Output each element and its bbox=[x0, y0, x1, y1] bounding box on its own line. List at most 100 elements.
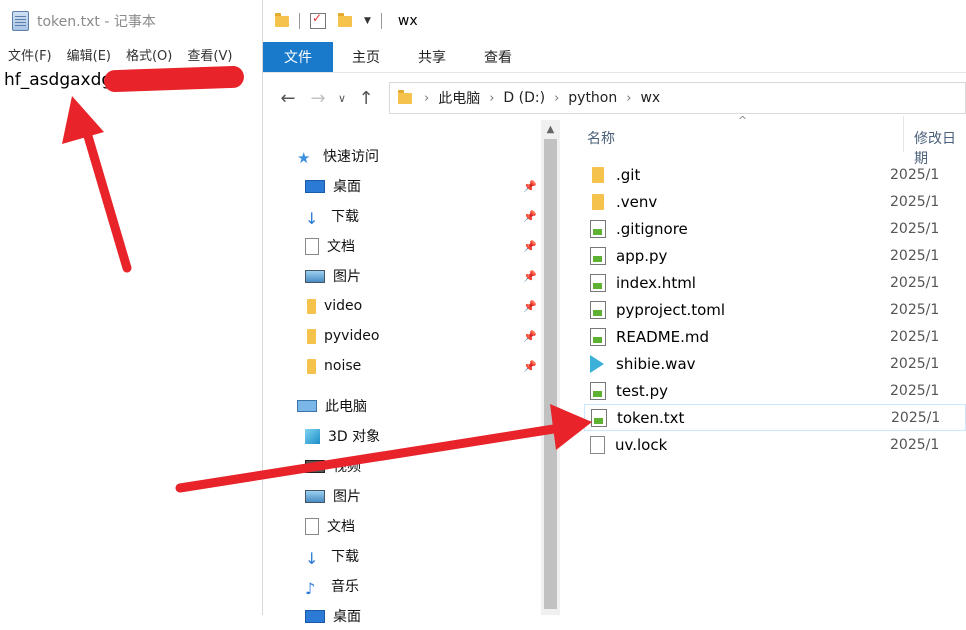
nav-item-noise[interactable]: noise 📌 bbox=[307, 352, 537, 380]
nav-pane-scrollbar[interactable]: ▲ bbox=[541, 120, 560, 615]
pin-icon[interactable]: 📌 bbox=[523, 360, 537, 373]
download-arrow-icon: ↓ bbox=[305, 549, 319, 568]
navigation-pane: ★ 快速访问 桌面 📌 ↓ 下载 📌 文档 📌 图片 📌 video 📌 pyv… bbox=[263, 122, 541, 625]
file-date: 2025/1 bbox=[890, 193, 940, 210]
pin-icon[interactable]: 📌 bbox=[523, 300, 537, 313]
tab-share[interactable]: 共享 bbox=[399, 42, 465, 72]
pin-icon[interactable]: 📌 bbox=[523, 240, 537, 253]
menu-edit[interactable]: 编辑(E) bbox=[59, 45, 118, 64]
customize-quick-access-icon[interactable]: ▼ bbox=[364, 16, 371, 26]
menu-file[interactable]: 文件(F) bbox=[0, 45, 59, 64]
file-name: app.py bbox=[616, 246, 668, 265]
pin-icon[interactable]: 📌 bbox=[523, 270, 537, 283]
nav-item-pyvideo[interactable]: pyvideo 📌 bbox=[307, 322, 537, 350]
nav-label: video bbox=[324, 298, 363, 314]
notepad-file-icon bbox=[590, 273, 606, 292]
nav-item-desktop[interactable]: 桌面 📌 bbox=[305, 172, 537, 200]
nav-label: 文档 bbox=[327, 519, 355, 535]
column-header-name[interactable]: 名称 bbox=[587, 128, 615, 148]
menu-view[interactable]: 查看(V) bbox=[179, 45, 239, 64]
file-row[interactable]: .venv 2025/1 bbox=[584, 188, 966, 215]
scroll-up-arrow-icon[interactable]: ▲ bbox=[541, 120, 560, 139]
file-row[interactable]: .git 2025/1 bbox=[584, 161, 966, 188]
nav-item-pictures[interactable]: 图片 📌 bbox=[305, 262, 537, 290]
notepad-text-area[interactable]: hf_asdgaxdgasdg bbox=[0, 65, 262, 93]
breadcrumb-python[interactable]: python bbox=[561, 90, 624, 106]
file-row[interactable]: .gitignore 2025/1 bbox=[584, 215, 966, 242]
nav-label: 3D 对象 bbox=[328, 429, 381, 445]
file-name: uv.lock bbox=[615, 435, 668, 454]
menu-format[interactable]: 格式(O) bbox=[118, 45, 179, 64]
nav-label: 桌面 bbox=[333, 609, 361, 625]
chevron-right-icon[interactable]: › bbox=[422, 91, 431, 106]
up-arrow-icon[interactable]: ↑ bbox=[351, 88, 381, 109]
column-divider[interactable] bbox=[903, 116, 904, 152]
nav-label: 音乐 bbox=[331, 579, 359, 595]
file-date: 2025/1 bbox=[890, 328, 940, 345]
folder-icon bbox=[592, 193, 604, 210]
tab-view[interactable]: 查看 bbox=[465, 42, 531, 72]
breadcrumb-drive-d[interactable]: D (D:) bbox=[496, 90, 552, 106]
chevron-right-icon[interactable]: › bbox=[552, 91, 561, 106]
back-arrow-icon[interactable]: ← bbox=[273, 88, 303, 109]
pin-icon[interactable]: 📌 bbox=[523, 180, 537, 193]
file-name: index.html bbox=[616, 273, 696, 292]
file-row[interactable]: pyproject.toml 2025/1 bbox=[584, 296, 966, 323]
file-name: token.txt bbox=[617, 408, 685, 427]
nav-label: 视频 bbox=[333, 459, 361, 475]
nav-item-pc-pictures[interactable]: 图片 bbox=[305, 482, 537, 510]
nav-item-pc-downloads[interactable]: ↓ 下载 bbox=[305, 542, 537, 570]
recent-locations-chevron-icon[interactable]: ∨ bbox=[333, 92, 351, 105]
notepad-file-icon bbox=[591, 408, 607, 427]
notepad-menubar: 文件(F) 编辑(E) 格式(O) 查看(V) bbox=[0, 42, 262, 66]
notepad-file-icon bbox=[590, 300, 606, 319]
nav-item-pc-desktop[interactable]: 桌面 bbox=[305, 602, 537, 630]
file-date: 2025/1 bbox=[890, 166, 940, 183]
file-name: .gitignore bbox=[616, 219, 688, 238]
music-note-icon: ♪ bbox=[305, 579, 316, 598]
breadcrumb-wx[interactable]: wx bbox=[633, 90, 667, 106]
nav-item-pc-documents[interactable]: 文档 bbox=[305, 512, 537, 540]
file-row-selected[interactable]: token.txt 2025/1 bbox=[584, 404, 966, 431]
properties-icon[interactable] bbox=[310, 11, 326, 29]
tab-file[interactable]: 文件 bbox=[263, 42, 333, 72]
nav-item-documents[interactable]: 文档 📌 bbox=[305, 232, 537, 260]
tab-home[interactable]: 主页 bbox=[333, 42, 399, 72]
file-row[interactable]: shibie.wav 2025/1 bbox=[584, 350, 966, 377]
file-row[interactable]: index.html 2025/1 bbox=[584, 269, 966, 296]
pin-icon[interactable]: 📌 bbox=[523, 330, 537, 343]
scroll-thumb[interactable] bbox=[544, 139, 557, 609]
picture-icon bbox=[305, 269, 325, 283]
file-name: test.py bbox=[616, 381, 668, 400]
folder-icon bbox=[307, 358, 316, 374]
nav-label: 下载 bbox=[331, 209, 359, 225]
breadcrumb-this-pc[interactable]: 此电脑 bbox=[431, 88, 487, 108]
notepad-titlebar: token.txt - 记事本 bbox=[0, 0, 262, 42]
forward-arrow-icon[interactable]: → bbox=[303, 88, 333, 109]
redaction-mark bbox=[103, 65, 245, 93]
file-row[interactable]: uv.lock 2025/1 bbox=[584, 431, 966, 458]
pin-icon[interactable]: 📌 bbox=[523, 210, 537, 223]
explorer-title: wx bbox=[397, 13, 418, 29]
notepad-file-icon bbox=[590, 327, 606, 346]
nav-this-pc[interactable]: 此电脑 bbox=[297, 392, 537, 420]
file-row[interactable]: README.md 2025/1 bbox=[584, 323, 966, 350]
film-icon bbox=[305, 459, 325, 473]
chevron-right-icon[interactable]: › bbox=[487, 91, 496, 106]
file-row[interactable]: test.py 2025/1 bbox=[584, 377, 966, 404]
file-date: 2025/1 bbox=[891, 409, 941, 426]
nav-item-music[interactable]: ♪ 音乐 bbox=[305, 572, 537, 600]
file-row[interactable]: app.py 2025/1 bbox=[584, 242, 966, 269]
nav-item-video[interactable]: video 📌 bbox=[307, 292, 537, 320]
nav-item-videos[interactable]: 视频 bbox=[305, 452, 537, 480]
nav-item-3d-objects[interactable]: 3D 对象 bbox=[305, 422, 537, 450]
sort-ascending-icon: ^ bbox=[738, 114, 748, 127]
column-header-row: ^ 名称 修改日期 bbox=[560, 108, 966, 167]
new-folder-icon[interactable] bbox=[338, 12, 352, 27]
download-arrow-icon: ↓ bbox=[305, 209, 319, 228]
nav-quick-access[interactable]: ★ 快速访问 bbox=[297, 142, 537, 170]
nav-label: 下载 bbox=[331, 549, 359, 565]
nav-item-downloads[interactable]: ↓ 下载 📌 bbox=[305, 202, 537, 230]
folder-icon bbox=[307, 298, 316, 314]
chevron-right-icon[interactable]: › bbox=[624, 91, 633, 106]
